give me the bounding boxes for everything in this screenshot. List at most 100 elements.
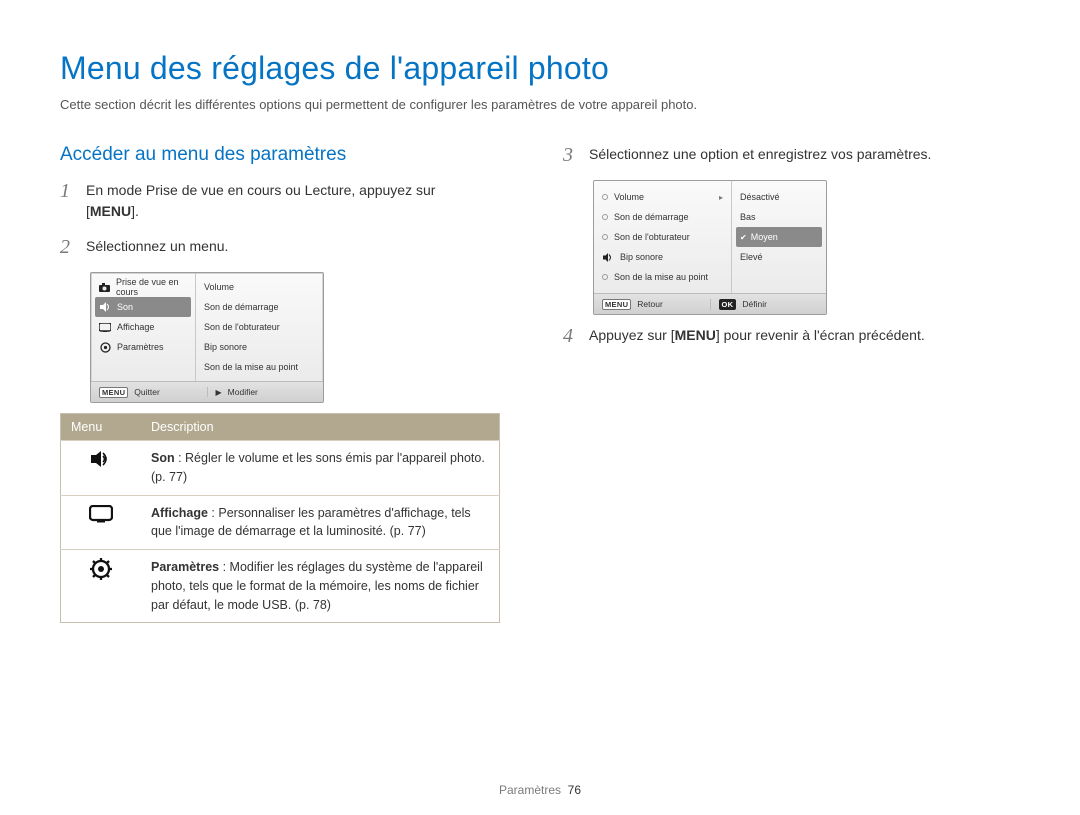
list-item: Son de la mise au point [202,357,317,377]
camera-footer: MENU Quitter ▶ Modifier [91,381,323,402]
step-4: 4 Appuyez sur [MENU] pour revenir à l'éc… [563,325,1020,347]
right-column: 3 Sélectionnez une option et enregistrez… [563,138,1020,623]
footer-label: Retour [637,299,663,309]
bullet-icon [602,214,608,220]
step4-text-b: ] pour revenir à l'écran précédent. [716,327,925,343]
table-row: Son : Régler le volume et les sons émis … [61,441,500,496]
camera-icon [99,281,110,293]
gear-icon [99,341,111,353]
option-item: Bas [736,207,822,227]
bullet-icon [602,274,608,280]
camera-footer: MENU Retour OK Définir [594,293,826,314]
side-item-shooting: Prise de vue en cours [91,277,195,297]
gear-icon [90,558,112,580]
side-item-label: Son [117,302,133,312]
page-intro: Cette section décrit les différentes opt… [60,97,1020,112]
step-number: 4 [563,325,579,347]
row-icon-display [61,495,142,550]
list-item: Son de la mise au point [600,267,725,287]
term: Affichage [151,506,208,520]
option-item-selected: ✔Moyen [736,227,822,247]
list-item: Son de l'obturateur [202,317,317,337]
side-item-display: Affichage [91,317,195,337]
check-icon: ✔ [740,233,747,242]
two-column-layout: Accéder au menu des paramètres 1 En mode… [60,138,1020,623]
list-item: Son de l'obturateur [600,227,725,247]
footer-right: OK Définir [710,299,827,310]
camera-screen-options: Volume▸ Son de démarrage Son de l'obtura… [593,180,827,315]
side-item-label: Affichage [117,322,154,332]
footer-label: Définir [742,299,767,309]
footer-left: MENU Retour [594,299,710,310]
list-item: Son de démarrage [202,297,317,317]
step-text: En mode Prise de vue en cours ou Lecture… [86,180,517,222]
side-item-settings: Paramètres [91,337,195,357]
term: Paramètres [151,560,219,574]
option-item: Désactivé [736,187,822,207]
step-text: Sélectionnez un menu. [86,236,517,258]
step-number: 2 [60,236,76,258]
sound-icon [602,251,614,263]
display-icon [99,321,111,333]
camera-right-list: Volume Son de démarrage Son de l'obturat… [196,273,323,381]
footer-right: ▶ Modifier [207,387,324,397]
bullet-icon [602,234,608,240]
ok-tag: OK [719,299,737,310]
chevron-right-icon: ▸ [719,193,723,202]
side-item-label: Prise de vue en cours [116,277,187,297]
step-1: 1 En mode Prise de vue en cours ou Lectu… [60,180,517,222]
page-title: Menu des réglages de l'appareil photo [60,50,1020,87]
page-number: 76 [568,783,581,797]
menu-tag: MENU [602,299,631,310]
row-desc: Son : Régler le volume et les sons émis … [141,441,500,496]
camera-side-menu: Prise de vue en cours Son [91,273,196,381]
sound-icon [90,450,112,468]
list-item: Bip sonore [202,337,317,357]
step-text: Sélectionnez une option et enregistrez v… [589,144,1020,166]
list-item: Son de démarrage [600,207,725,227]
table-row: Affichage : Personnaliser les paramètres… [61,495,500,550]
step-number: 3 [563,144,579,166]
col-menu: Menu [61,414,142,441]
step-number: 1 [60,180,76,222]
bracket-close: ]. [131,203,139,219]
menu-key-label: MENU [90,203,131,219]
manual-page: Menu des réglages de l'appareil photo Ce… [0,0,1080,815]
list-item: Bip sonore [600,247,725,267]
camera-left-list: Volume▸ Son de démarrage Son de l'obtura… [594,181,732,293]
display-icon [89,505,113,523]
play-icon: ▶ [216,388,222,397]
camera-screen-menu: Prise de vue en cours Son [90,272,324,403]
col-description: Description [141,414,500,441]
table-row: Paramètres : Modifier les réglages du sy… [61,550,500,623]
step-2: 2 Sélectionnez un menu. [60,236,517,258]
left-column: Accéder au menu des paramètres 1 En mode… [60,138,517,623]
side-item-sound: Son [95,297,191,317]
camera-body: Volume▸ Son de démarrage Son de l'obtura… [594,181,826,293]
row-desc: Paramètres : Modifier les réglages du sy… [141,550,500,623]
bullet-icon [602,194,608,200]
menu-description-table: Menu Description Son : Régler le volume … [60,413,500,623]
camera-body: Prise de vue en cours Son [91,273,323,381]
option-item: Elevé [736,247,822,267]
footer-left: MENU Quitter [91,387,207,398]
step4-text-a: Appuyez sur [ [589,327,675,343]
row-icon-settings [61,550,142,623]
row-desc: Affichage : Personnaliser les paramètres… [141,495,500,550]
footer-section: Paramètres [499,783,561,797]
menu-key-label: MENU [675,327,716,343]
step-3: 3 Sélectionnez une option et enregistrez… [563,144,1020,166]
menu-tag: MENU [99,387,128,398]
sound-icon [99,301,111,313]
table-header-row: Menu Description [61,414,500,441]
step-text: Appuyez sur [MENU] pour revenir à l'écra… [589,325,1020,347]
page-footer: Paramètres 76 [0,783,1080,797]
list-item: Volume [202,277,317,297]
camera-options-list: Désactivé Bas ✔Moyen Elevé [732,181,826,293]
list-item: Volume▸ [600,187,725,207]
footer-label: Quitter [134,387,160,397]
step1-text-a: En mode Prise de vue en cours ou Lecture… [86,182,435,198]
section-heading: Accéder au menu des paramètres [60,144,517,166]
footer-label: Modifier [228,387,258,397]
row-icon-sound [61,441,142,496]
